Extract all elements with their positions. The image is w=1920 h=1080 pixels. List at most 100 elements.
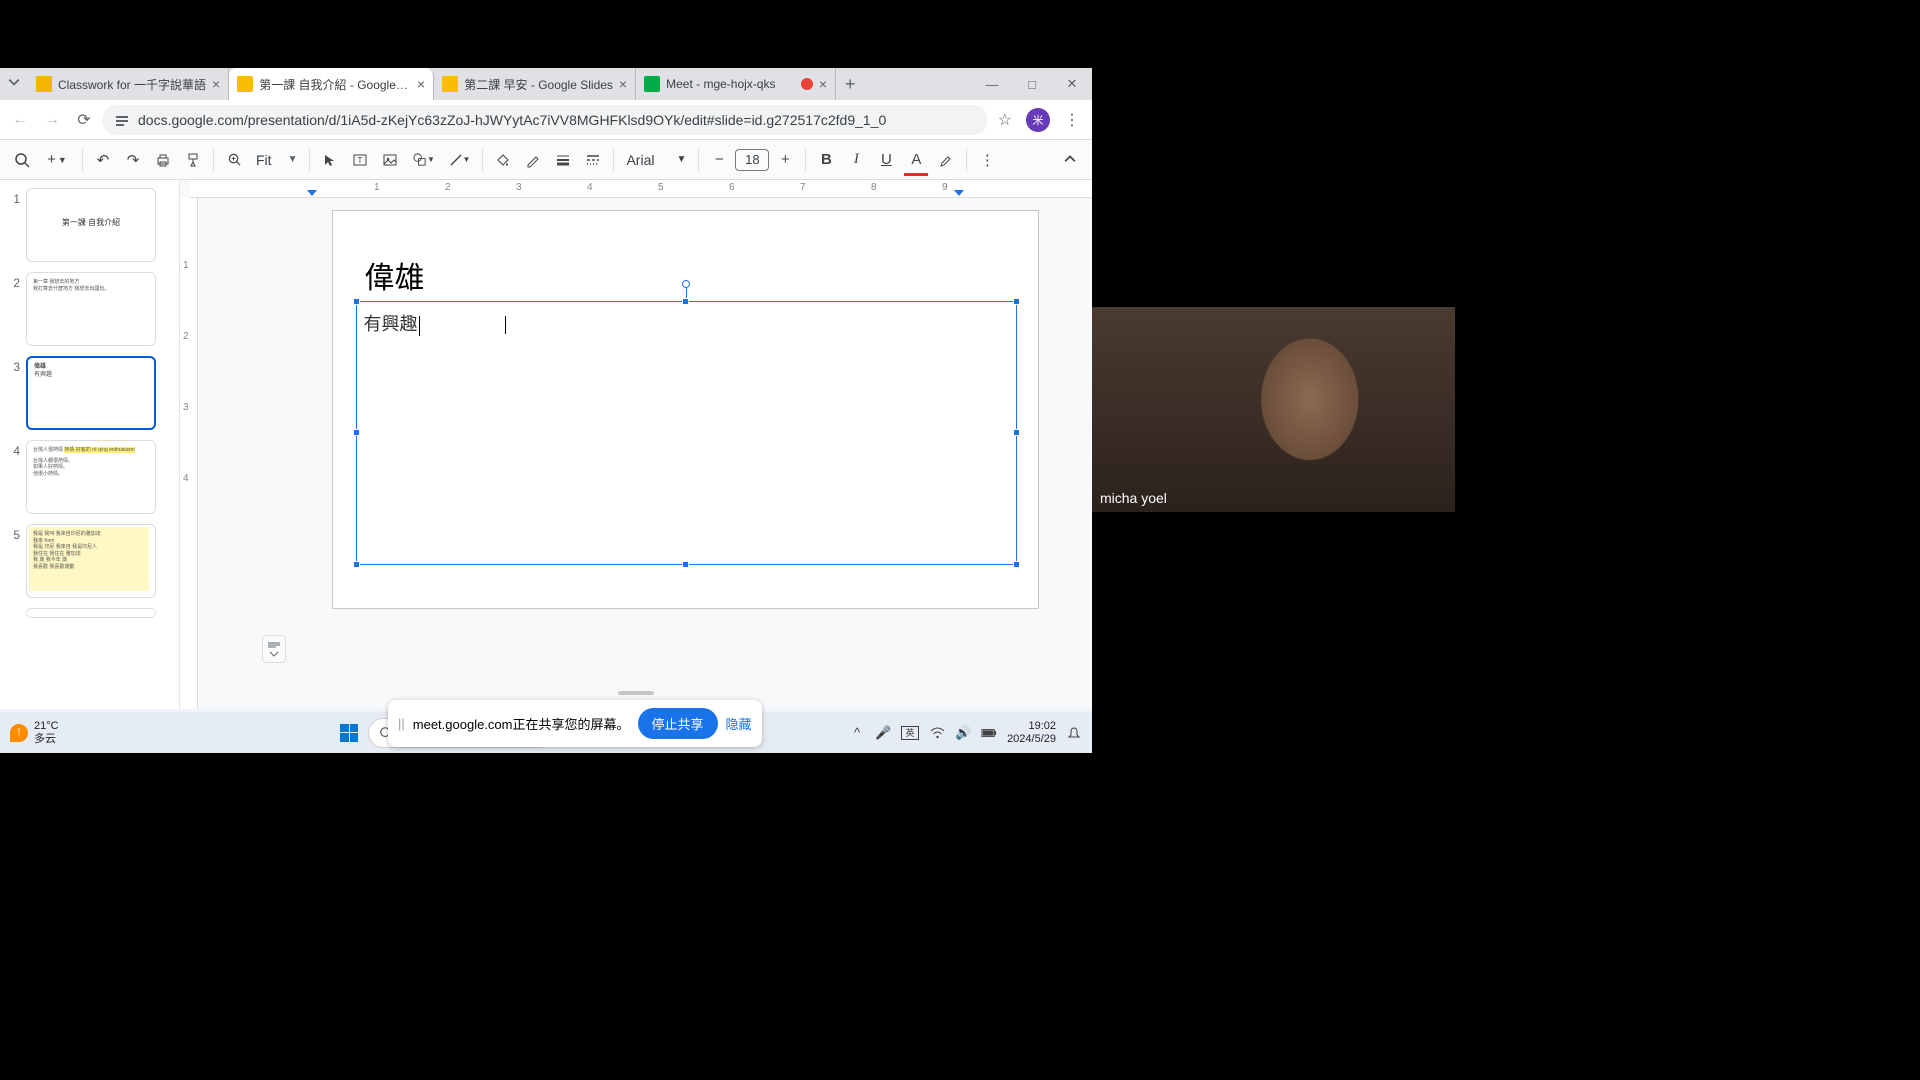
more-tools-button[interactable]: ⋮ [973,146,1001,174]
screen-share-popup: || meet.google.com正在共享您的屏幕。 停止共享 隐藏 [388,700,762,747]
site-info-icon[interactable] [114,112,130,128]
line-tool[interactable]: ▼ [442,146,476,174]
tab-search-button[interactable] [0,68,28,96]
slides-icon [237,76,253,92]
close-icon[interactable]: × [212,76,220,92]
speaker-notes-toggle[interactable] [262,635,286,663]
close-icon[interactable]: × [819,76,827,92]
fill-color-button[interactable] [489,146,517,174]
taskbar-clock[interactable]: 19:022024/5/29 [1007,720,1056,745]
border-dash-button[interactable] [579,146,607,174]
tab-slides-2[interactable]: 第二課 早安 - Google Slides × [434,68,636,100]
resize-handle-s[interactable] [682,561,689,568]
reload-button[interactable]: ⟳ [70,106,98,134]
resize-handle-e[interactable] [1013,429,1020,436]
close-icon[interactable]: × [417,76,425,92]
text-cursor-icon [419,316,420,336]
meet-icon [644,76,660,92]
participant-name: micha yoel [1100,490,1167,506]
italic-button[interactable]: I [842,146,870,174]
textbox-tool[interactable]: T [346,146,374,174]
share-status-text: meet.google.com正在共享您的屏幕。 [413,714,630,733]
minimize-button[interactable]: — [972,68,1012,100]
resize-handle-nw[interactable] [353,298,360,305]
tab-title: 第一課 自我介紹 - Google Slid [259,76,411,93]
new-slide-button[interactable]: +▼ [38,146,76,174]
ime-icon[interactable]: 英 [901,726,919,740]
battery-icon[interactable] [981,725,997,741]
hide-popup-button[interactable]: 隐藏 [726,714,752,733]
tab-title: 第二課 早安 - Google Slides [464,76,613,93]
insertion-caret-icon [505,316,506,334]
maximize-button[interactable]: □ [1012,68,1052,100]
tab-slides-1[interactable]: 第一課 自我介紹 - Google Slid × [229,68,434,100]
meet-pip-window[interactable]: micha yoel [1092,307,1455,512]
zoom-select[interactable]: Fit▼ [250,152,303,168]
notes-divider-handle[interactable] [618,691,654,695]
paint-format-button[interactable] [179,146,207,174]
collapse-toolbar-button[interactable] [1056,146,1084,174]
print-button[interactable] [149,146,177,174]
close-window-button[interactable]: ✕ [1052,68,1092,100]
slide-thumbnail-3[interactable]: 偉雄有興趣 [26,356,156,430]
slides-icon [442,76,458,92]
slide-thumbnail-1[interactable]: 第一課 自我介紹 [26,188,156,262]
mic-icon[interactable]: 🎤 [875,725,891,741]
font-decrease-button[interactable]: − [705,146,733,174]
tab-meet[interactable]: Meet - mge-hojx-qks × [636,68,836,100]
image-tool[interactable] [376,146,404,174]
select-tool[interactable] [316,146,344,174]
url-bar: ← → ⟳ docs.google.com/presentation/d/1iA… [0,100,1092,140]
volume-icon[interactable]: 🔊 [955,725,971,741]
zoom-button[interactable] [220,146,248,174]
slide-canvas[interactable]: 偉雄 有興趣 [332,210,1039,609]
forward-button[interactable]: → [38,106,66,134]
resize-handle-n[interactable] [682,298,689,305]
border-color-button[interactable] [519,146,547,174]
highlight-button[interactable] [932,146,960,174]
slide-thumbnail-2[interactable]: 第一章 我想去的地方我打算去什麼地方 我想去出國玩。 [26,272,156,346]
profile-button[interactable]: 米 [1026,108,1050,132]
border-weight-button[interactable] [549,146,577,174]
browser-menu-button[interactable]: ⋮ [1058,110,1086,130]
font-select[interactable]: Arial▼ [620,152,692,168]
participant-video [1092,307,1455,512]
horizontal-ruler[interactable]: 1 2 3 4 5 6 7 8 9 [190,180,1092,198]
tray-overflow-button[interactable]: ^ [849,725,865,741]
resize-handle-se[interactable] [1013,561,1020,568]
font-size-input[interactable]: 18 [735,149,769,171]
address-bar[interactable]: docs.google.com/presentation/d/1iA5d-zKe… [102,105,988,135]
notifications-button[interactable] [1066,725,1082,741]
tab-classwork[interactable]: Classwork for 一千字說華語 × [28,68,229,100]
wifi-icon[interactable] [929,725,945,741]
vertical-ruler[interactable]: 1 2 3 4 [180,198,198,709]
drag-handle-icon[interactable]: || [398,716,405,731]
resize-handle-ne[interactable] [1013,298,1020,305]
redo-button[interactable]: ↷ [119,146,147,174]
weather-widget[interactable]: ! 21°C多云 [0,720,69,744]
slide-thumbnail-6[interactable] [26,608,156,618]
close-icon[interactable]: × [619,76,627,92]
new-tab-button[interactable]: + [836,68,864,100]
slide-thumbnail-5[interactable]: 我是 我叫 我來自印尼的雅加達我來 from我是 印尼 我來自 我是印尼人我住在… [26,524,156,598]
resize-handle-sw[interactable] [353,561,360,568]
undo-button[interactable]: ↶ [89,146,117,174]
start-button[interactable] [334,718,364,748]
slide-thumbnail-4[interactable]: 台灣人很熱情 熱情 好客的 rè qíng enthusiasm 台灣人都很熱情… [26,440,156,514]
text-color-button[interactable]: A [902,146,930,174]
slide-title-text[interactable]: 偉雄 [365,253,425,297]
shape-tool[interactable]: ▼ [406,146,440,174]
underline-button[interactable]: U [872,146,900,174]
resize-handle-w[interactable] [353,429,360,436]
font-increase-button[interactable]: + [771,146,799,174]
tab-title: Classwork for 一千字說華語 [58,76,206,93]
search-menu-button[interactable] [8,146,36,174]
stop-sharing-button[interactable]: 停止共享 [638,708,718,739]
rotate-handle[interactable] [682,280,690,288]
bold-button[interactable]: B [812,146,840,174]
body-textbox[interactable]: 有興趣 [356,301,1017,565]
back-button[interactable]: ← [6,106,34,134]
bookmark-button[interactable]: ☆ [998,110,1012,130]
body-text[interactable]: 有興趣 [364,310,420,336]
url-text: docs.google.com/presentation/d/1iA5d-zKe… [138,112,976,128]
